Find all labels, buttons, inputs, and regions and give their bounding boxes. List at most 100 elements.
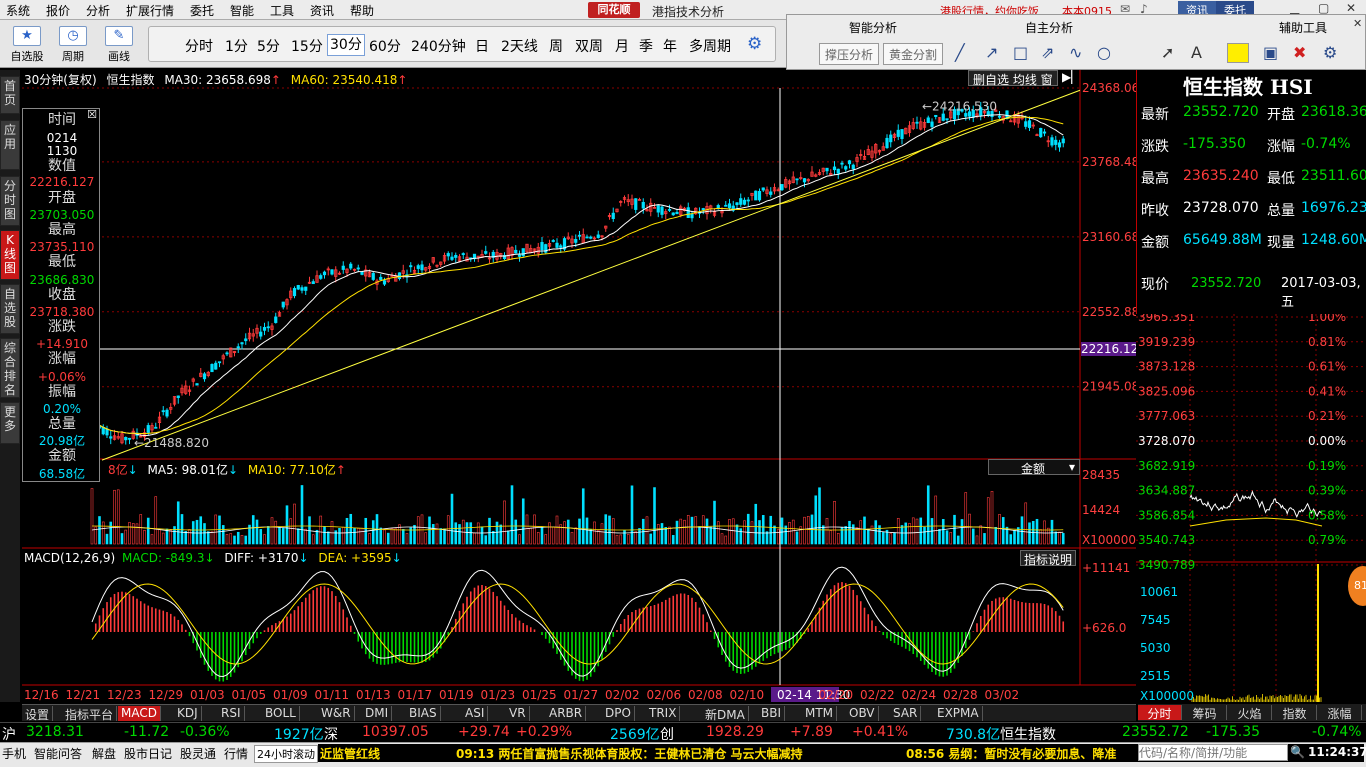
period-tool[interactable]: ◷ 周期: [50, 24, 96, 64]
period-5min[interactable]: 5分: [257, 36, 280, 56]
tab-3[interactable]: KDJ: [174, 706, 202, 721]
menu-help[interactable]: 帮助: [350, 2, 374, 19]
cursor-icon[interactable]: ➚: [1161, 43, 1174, 62]
tab-12[interactable]: DPO: [602, 706, 635, 721]
nav-home[interactable]: 首页: [0, 76, 20, 114]
support-resistance-button[interactable]: 撑压分析: [819, 43, 880, 65]
nav-more[interactable]: 更多: [0, 402, 20, 444]
gear-icon[interactable]: ⚙: [747, 34, 762, 54]
channel-draw-icon[interactable]: ⇗: [1041, 43, 1054, 62]
nav-kline[interactable]: K线图: [0, 230, 20, 280]
period-month[interactable]: 月: [615, 36, 629, 56]
expand-icon[interactable]: ▶▏: [1062, 70, 1080, 84]
period-30min[interactable]: 30分: [327, 34, 365, 56]
custom-analysis-header[interactable]: 自主分析: [1025, 19, 1073, 36]
period-multi[interactable]: 多周期: [689, 36, 731, 56]
kline-chart[interactable]: 24368.06 23768.48 23160.68 22552.88 21945.08…: [22, 70, 1136, 704]
smart-analysis-header[interactable]: 智能分析: [849, 19, 897, 36]
menu-analysis[interactable]: 分析: [86, 2, 110, 19]
ray-draw-icon[interactable]: ↗: [985, 43, 998, 62]
menu-quote[interactable]: 报价: [46, 2, 70, 19]
close-icon[interactable]: ✕: [1346, 1, 1356, 15]
tab-5[interactable]: BOLL: [262, 706, 300, 721]
ticker-sh-label[interactable]: 沪: [2, 724, 16, 744]
text-tool-icon[interactable]: A: [1191, 43, 1202, 62]
golden-section-button[interactable]: 黄金分割: [883, 43, 944, 65]
aux-tools-header[interactable]: 辅助工具: [1279, 19, 1327, 36]
ticker-hs-label[interactable]: 恒生指数: [1000, 724, 1056, 744]
tab-18[interactable]: SAR: [890, 706, 922, 721]
status-rolling[interactable]: 24小时滚动: [254, 745, 318, 763]
menu-news[interactable]: 资讯: [310, 2, 334, 19]
tab-0[interactable]: 设置: [22, 706, 54, 722]
menu-trade[interactable]: 委托: [190, 2, 214, 19]
search-input[interactable]: [1138, 744, 1288, 761]
drawline-tool[interactable]: ✎ 画线: [96, 24, 142, 64]
rect-draw-icon[interactable]: □: [1013, 43, 1028, 62]
nav-apps[interactable]: 应用: [0, 120, 20, 170]
line-draw-icon[interactable]: ╱: [955, 43, 965, 62]
status-jiepan[interactable]: 解盘: [92, 745, 116, 762]
color-swatch[interactable]: [1227, 43, 1249, 63]
nav-watchlist[interactable]: 自选股: [0, 284, 20, 334]
status-gulingtong[interactable]: 股灵通: [180, 745, 216, 762]
status-mobile[interactable]: 手机: [2, 745, 26, 762]
status-quote[interactable]: 行情: [224, 745, 248, 762]
chart-quick-buttons[interactable]: 删自选 均线 窗: [968, 70, 1058, 87]
ticker-cy-label[interactable]: 创: [660, 724, 674, 744]
panel-close-icon[interactable]: ✕: [1353, 17, 1362, 30]
tab-7[interactable]: DMI: [362, 706, 393, 721]
period-15min[interactable]: 15分: [291, 36, 323, 56]
settings-icon[interactable]: ⚙: [1323, 43, 1337, 62]
period-week[interactable]: 周: [549, 36, 563, 56]
volume-type-select[interactable]: 金额 ▾: [988, 459, 1080, 476]
tab-1[interactable]: 指标平台: [62, 706, 118, 722]
minimize-icon[interactable]: ▁: [1290, 1, 1299, 15]
news-ticker-1[interactable]: 近监管红线: [320, 745, 380, 762]
rtab-3[interactable]: 指数: [1273, 705, 1317, 721]
tab-14[interactable]: 新DMA: [702, 706, 749, 722]
nav-ranking[interactable]: 综合排名: [0, 338, 20, 398]
tab-9[interactable]: ASI: [462, 706, 489, 721]
maximize-icon[interactable]: ▢: [1318, 1, 1329, 15]
wave-draw-icon[interactable]: ∿: [1069, 43, 1082, 62]
tab-11[interactable]: ARBR: [546, 706, 587, 721]
tab-6[interactable]: W&R: [318, 706, 355, 721]
period-1min[interactable]: 1分: [225, 36, 248, 56]
rtab-1[interactable]: 筹码: [1183, 705, 1227, 721]
ellipse-draw-icon[interactable]: ○: [1097, 43, 1111, 62]
menu-tools[interactable]: 工具: [270, 2, 294, 19]
menu-extended[interactable]: 扩展行情: [126, 2, 174, 19]
search-icon[interactable]: 🔍: [1290, 745, 1305, 759]
rtab-2[interactable]: 火焰: [1228, 705, 1272, 721]
watchlist-tool[interactable]: ★ 自选股: [4, 24, 50, 64]
tab-8[interactable]: BIAS: [406, 706, 441, 721]
tab-13[interactable]: TRIX: [646, 706, 681, 721]
ticker-sz-label[interactable]: 深: [324, 724, 338, 744]
tab-2[interactable]: MACD: [118, 706, 161, 721]
period-biweek[interactable]: 双周: [575, 36, 603, 56]
tab-19[interactable]: EXPMA: [934, 706, 983, 721]
menu-system[interactable]: 系统: [6, 2, 30, 19]
intraday-chart[interactable]: 3965.351 1.00% 3919.239 0.81% 3873.128 0.61% 3…: [1136, 314, 1366, 704]
rtab-0[interactable]: 分时: [1138, 705, 1182, 721]
delete-icon[interactable]: ✖: [1293, 43, 1306, 62]
tab-4[interactable]: RSI: [218, 706, 245, 721]
nav-timeshare[interactable]: 分时图: [0, 176, 20, 226]
status-diary[interactable]: 股市日记: [124, 745, 172, 762]
indicator-help-button[interactable]: 指标说明: [1020, 550, 1077, 567]
period-60min[interactable]: 60分: [369, 36, 401, 56]
menu-smart[interactable]: 智能: [230, 2, 254, 19]
tab-10[interactable]: VR: [506, 706, 530, 721]
news-ticker-2[interactable]: 09:13 两任首富抛售乐视体育股权：王健林已清仓 马云大幅减持: [456, 745, 803, 762]
period-2day[interactable]: 2天线: [501, 36, 538, 56]
period-quarter[interactable]: 季: [639, 36, 653, 56]
period-year[interactable]: 年: [663, 36, 677, 56]
tab-17[interactable]: OBV: [846, 706, 879, 721]
news-ticker-3[interactable]: 08:56 易纲：暂时没有必要加息、降准: [906, 745, 1116, 762]
period-day[interactable]: 日: [475, 36, 489, 56]
tab-16[interactable]: MTM: [802, 706, 838, 721]
tab-15[interactable]: BBI: [758, 706, 786, 721]
period-fenshi[interactable]: 分时: [185, 36, 213, 56]
status-qa[interactable]: 智能问答: [34, 745, 82, 762]
